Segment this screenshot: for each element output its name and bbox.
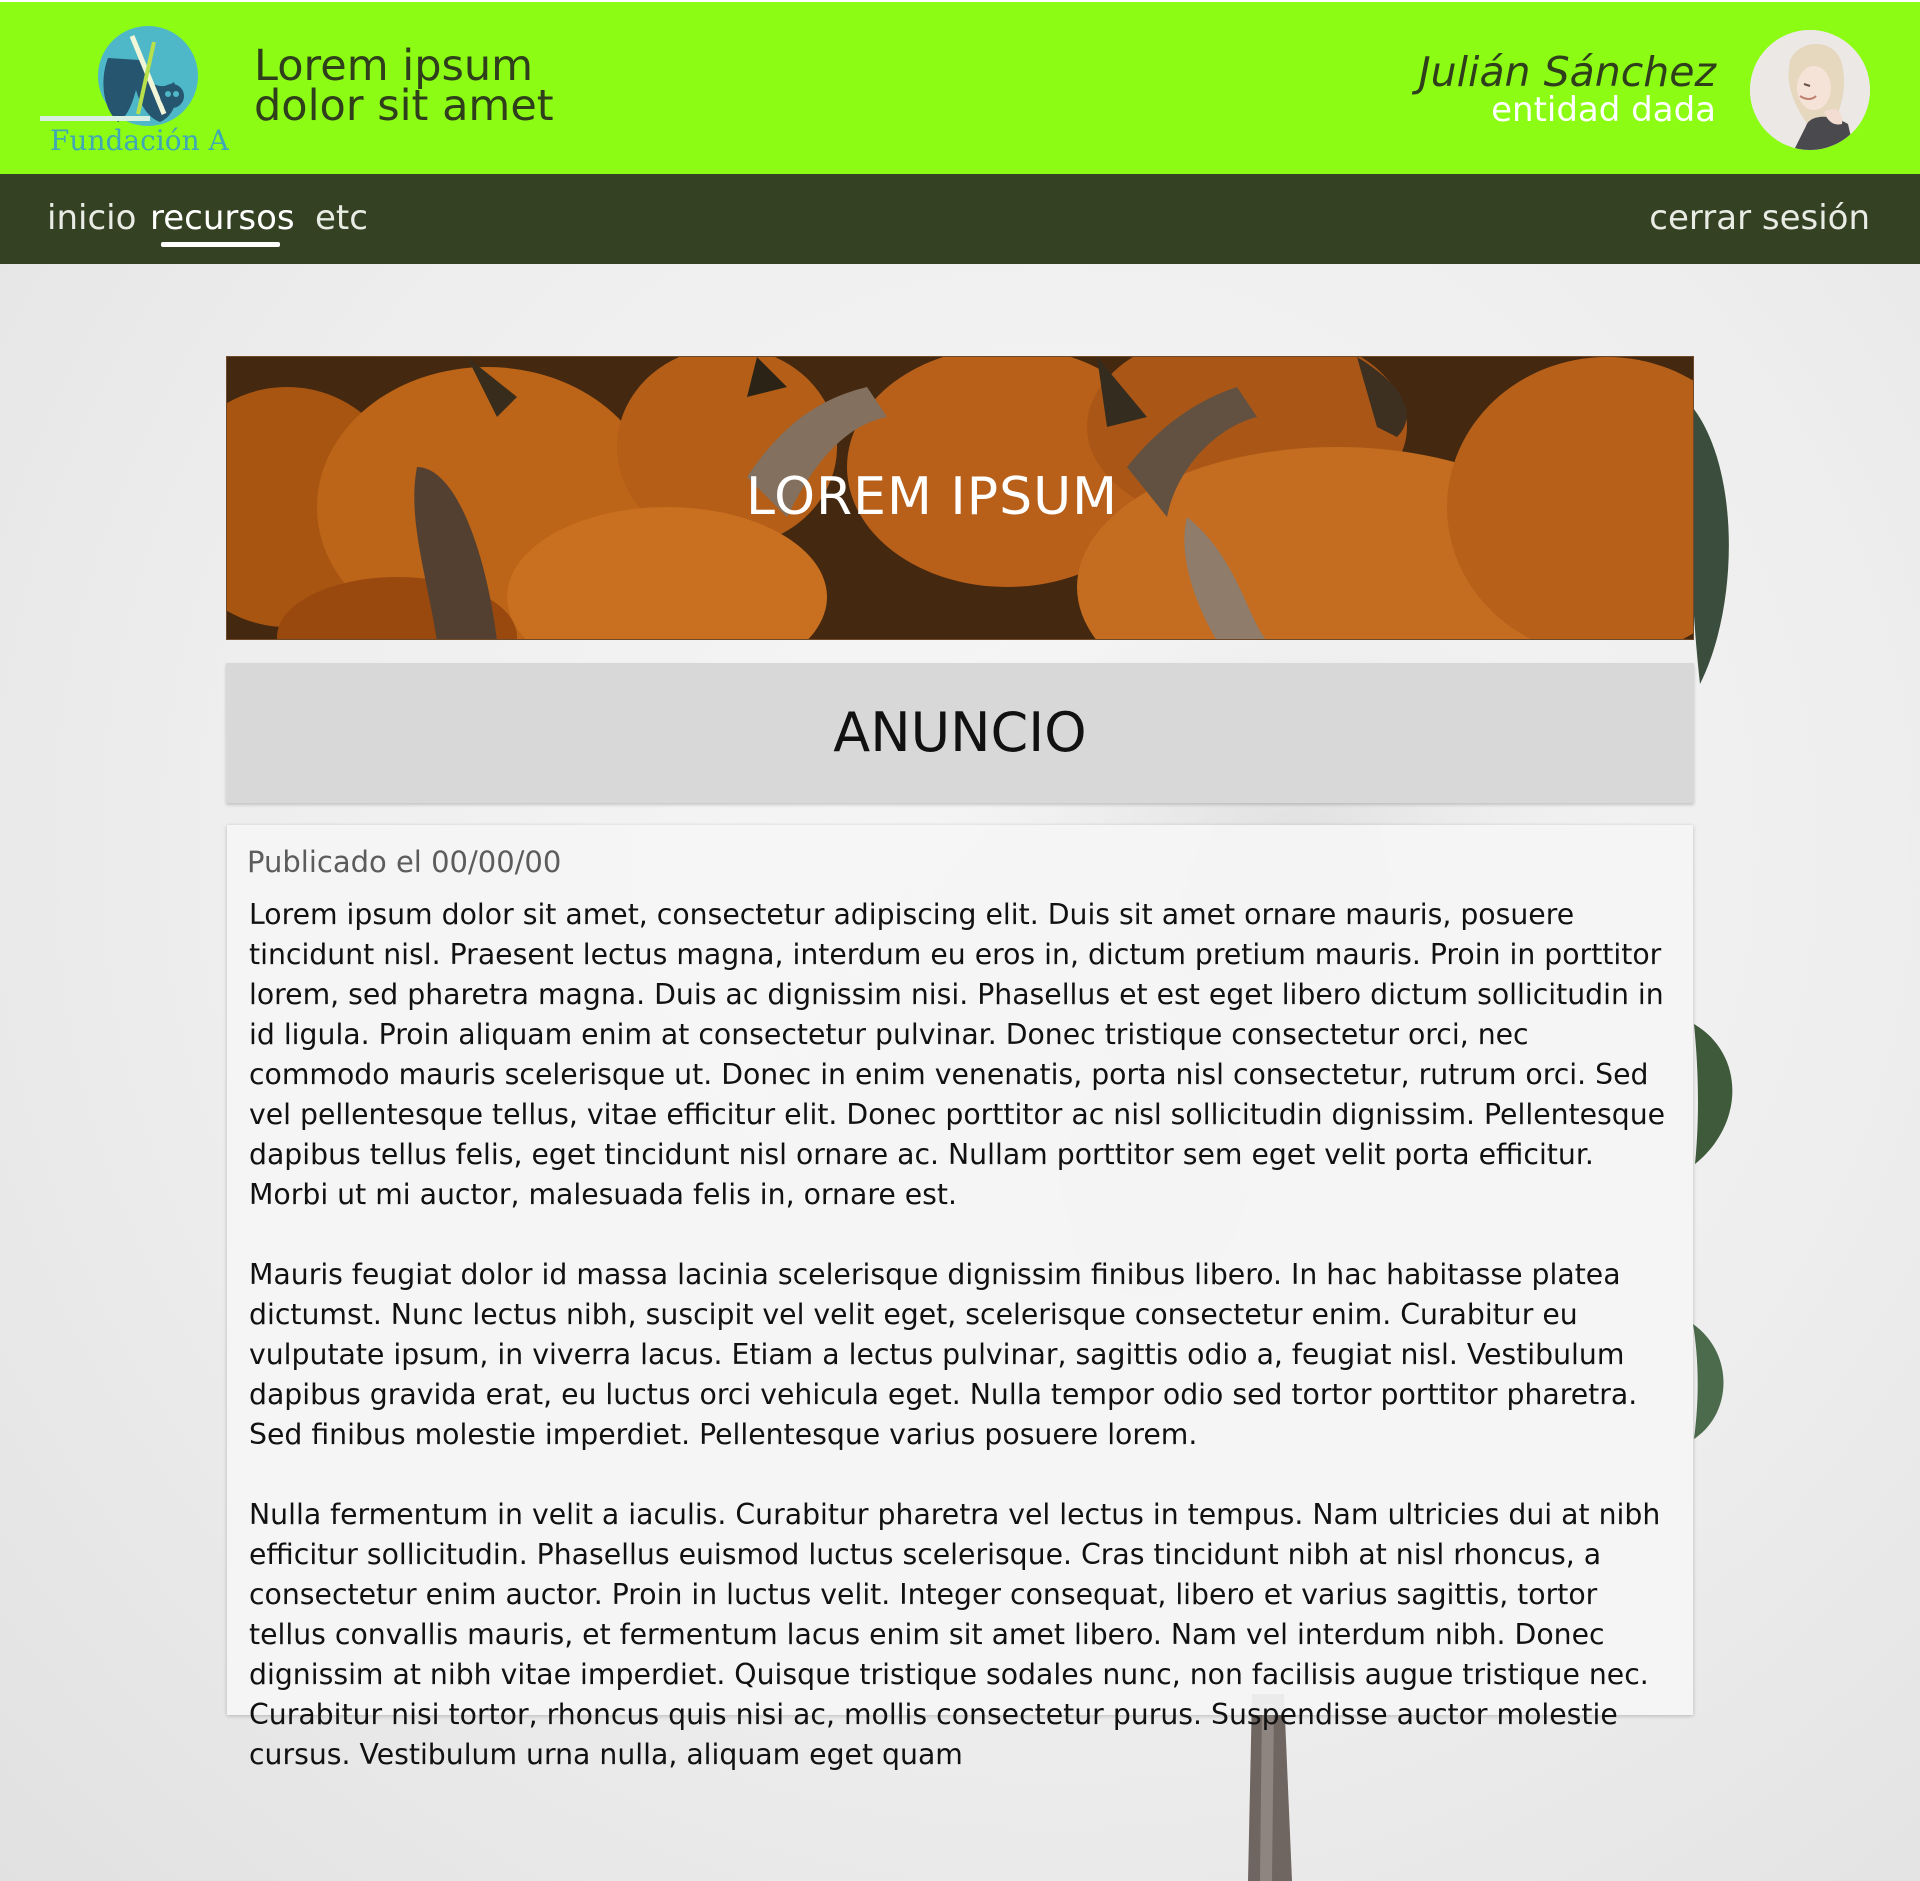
announcement-header: ANUNCIO [226,663,1694,803]
main-nav: inicio recursos etc cerrar sesión [0,174,1920,264]
nav-item-inicio[interactable]: inicio [47,198,136,238]
post-paragraph: Lorem ipsum dolor sit amet, consectetur … [249,898,1666,1211]
published-date: Publicado el 00/00/00 [247,845,562,879]
post-body: Lorem ipsum dolor sit amet, consectetur … [247,895,1671,1775]
nav-item-etc[interactable]: etc [315,198,368,238]
banner: LOREM IPSUM [226,356,1694,640]
site-title-line-2: dolor sit amet [254,81,554,131]
top-header: Fundación A Lorem ipsum dolor sit amet J… [0,0,1920,174]
user-entity: entidad dada [1491,90,1716,130]
logout-link[interactable]: cerrar sesión [1649,198,1870,238]
post-paragraph: Nulla fermentum in velit a iaculis. Cura… [249,1498,1661,1771]
banner-title: LOREM IPSUM [745,467,1119,527]
avatar-illustration [1750,30,1870,150]
announcement-title: ANUNCIO [833,701,1087,764]
fundacion-logo[interactable]: Fundación A [36,18,236,158]
nav-item-recursos[interactable]: recursos [150,198,295,238]
announcement-post: Publicado el 00/00/00 Lorem ipsum dolor … [227,825,1693,1771]
logo-text: Fundación A [50,124,230,157]
active-tab-indicator [161,242,280,247]
user-name: Julián Sánchez [1418,48,1716,96]
user-avatar[interactable] [1750,30,1870,150]
site-title: Lorem ipsum dolor sit amet [254,41,554,131]
site-title-line-1: Lorem ipsum [254,41,534,91]
post-paragraph: Mauris feugiat dolor id massa lacinia sc… [249,1258,1638,1451]
